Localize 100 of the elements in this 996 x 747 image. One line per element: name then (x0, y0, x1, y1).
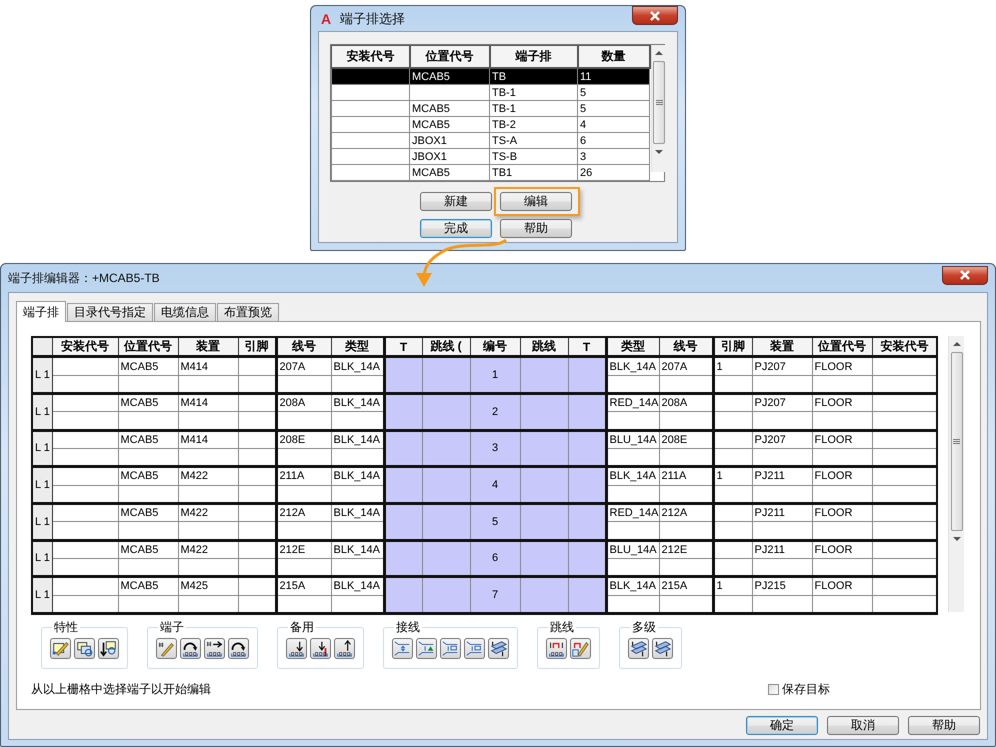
table-cell: 6 (578, 132, 650, 148)
table-cell: PJ215 (752, 576, 812, 596)
window-title: 端子排选择 (340, 10, 406, 28)
row-header[interactable]: L 1 (32, 394, 52, 430)
window-title: 端子排编辑器：+MCAB5-TB (8, 270, 161, 286)
list-row[interactable]: MCAB5 TB1 26 (332, 164, 650, 180)
column-header: 数量 (578, 46, 650, 68)
table-cell: PJ211 (752, 466, 812, 486)
table-cell: BLK_14A (606, 356, 659, 376)
group-label: 接线 (395, 619, 421, 636)
dialog-button[interactable]: 取消 (827, 716, 899, 735)
table-cell: 211A (659, 466, 713, 486)
table-cell: 26 (578, 164, 650, 180)
table-cell: 207A (276, 356, 331, 376)
table-cell: 1 (470, 356, 520, 394)
table-cell: 7 (470, 576, 520, 614)
column-header: 类型 (606, 337, 659, 357)
dialog-button[interactable]: 编辑 (500, 192, 572, 211)
column-header: 线号 (276, 337, 331, 357)
table-cell: MCAB5 (410, 116, 490, 132)
table-cell: JBOX1 (410, 132, 490, 148)
table-cell: TB-2 (490, 116, 578, 132)
table-cell: 6 (470, 540, 520, 577)
table-cell: M414 (178, 394, 238, 412)
table-cell: MCAB5 (410, 100, 490, 116)
table-cell: 5 (578, 84, 650, 100)
group-label: 跳线 (549, 619, 575, 636)
table-cell: 212E (276, 540, 331, 558)
table-cell: TS-B (490, 148, 578, 164)
table-cell: PJ211 (752, 503, 812, 522)
table-cell: FLOOR (812, 576, 872, 596)
dialog-button[interactable]: 帮助 (500, 219, 572, 238)
table-cell: 211A (276, 466, 331, 486)
table-cell: TB-1 (490, 84, 578, 100)
table-cell: TB1 (490, 164, 578, 180)
table-cell: 5 (470, 503, 520, 540)
column-header: T (568, 337, 606, 357)
dialog-button[interactable]: 完成 (420, 219, 492, 238)
table-cell: FLOOR (812, 356, 872, 376)
dialog-button[interactable]: 确定 (746, 716, 818, 735)
tab[interactable]: 端子排 (16, 301, 66, 322)
column-header: 跳线 (520, 337, 568, 357)
row-header[interactable]: L 1 (32, 356, 52, 394)
table-cell: PJ211 (752, 540, 812, 558)
table-cell: 4 (470, 466, 520, 504)
table-cell: 4 (578, 116, 650, 132)
table-cell: 1 (713, 576, 752, 596)
table-cell: M422 (178, 540, 238, 558)
table-cell: 1 (713, 356, 752, 376)
list-row[interactable]: MCAB5 TB-2 4 (332, 116, 650, 132)
table-cell: BLK_14A (606, 576, 659, 596)
table-cell: MCAB5 (118, 356, 178, 376)
table-cell: 215A (659, 576, 713, 596)
group-label: 备用 (289, 619, 315, 636)
tab[interactable]: 目录代号指定 (67, 303, 153, 321)
table-cell: PJ207 (752, 356, 812, 376)
column-header: 跳线 ( (422, 337, 470, 357)
table-cell: RED_14A (606, 394, 659, 412)
row-header[interactable]: L 1 (32, 540, 52, 577)
table-cell: BLU_14A (606, 540, 659, 558)
table-cell: 212A (659, 503, 713, 522)
table-cell: 207A (659, 356, 713, 376)
table-cell: M422 (178, 466, 238, 486)
tab[interactable]: 电缆信息 (154, 303, 216, 321)
column-header: 位置代号 (118, 337, 178, 357)
table-cell: TB (490, 68, 578, 84)
dialog-button[interactable]: 新建 (420, 192, 492, 211)
list-row[interactable]: TB-1 5 (332, 84, 650, 100)
list-row[interactable]: JBOX1 TS-B 3 (332, 148, 650, 164)
table-cell: PJ207 (752, 394, 812, 412)
table-cell: MCAB5 (118, 394, 178, 412)
table-cell: TS-A (490, 132, 578, 148)
list-row[interactable]: JBOX1 TS-A 6 (332, 132, 650, 148)
tab[interactable]: 布置预览 (217, 303, 279, 321)
column-header: 编号 (470, 337, 520, 357)
column-header: 安装代号 (332, 46, 410, 68)
table-cell: TB-1 (490, 100, 578, 116)
row-header[interactable]: L 1 (32, 576, 52, 614)
table-cell: 3 (578, 148, 650, 164)
table-cell: MCAB5 (118, 576, 178, 596)
group-label: 端子 (159, 619, 185, 636)
table-cell: FLOOR (812, 503, 872, 522)
table-cell: MCAB5 (118, 430, 178, 448)
table-cell: FLOOR (812, 466, 872, 486)
table-cell: MCAB5 (118, 540, 178, 558)
row-header[interactable]: L 1 (32, 466, 52, 504)
table-cell: 215A (276, 576, 331, 596)
row-header[interactable]: L 1 (32, 430, 52, 467)
column-header: 装置 (178, 337, 238, 357)
table-cell: 208A (659, 394, 713, 412)
table-cell: MCAB5 (118, 503, 178, 522)
table-cell: 11 (578, 68, 650, 84)
table-cell: 5 (578, 100, 650, 116)
list-row[interactable]: MCAB5 TB-1 5 (332, 100, 650, 116)
row-header[interactable]: L 1 (32, 503, 52, 540)
group-label: 特性 (53, 619, 79, 636)
table-cell: MCAB5 (410, 68, 490, 84)
list-row[interactable]: MCAB5 TB 11 (332, 68, 650, 84)
group-label: 多级 (631, 619, 657, 636)
dialog-button[interactable]: 帮助 (908, 716, 980, 735)
